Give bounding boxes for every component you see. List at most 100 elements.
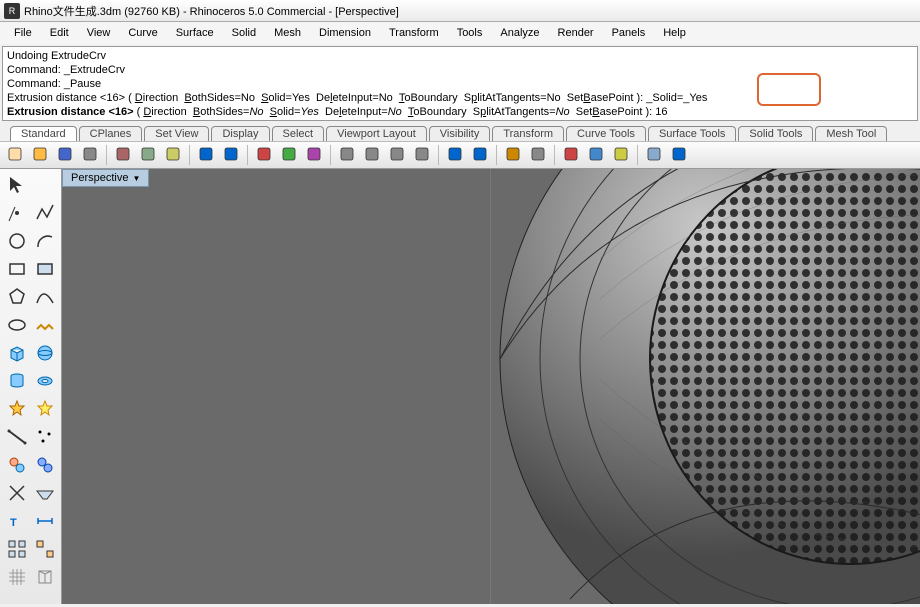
menu-surface[interactable]: Surface	[168, 25, 222, 41]
log-line: Command: _Pause	[7, 77, 913, 91]
menu-edit[interactable]: Edit	[42, 25, 77, 41]
chevron-down-icon[interactable]: ▼	[132, 174, 140, 183]
mesh2-tool[interactable]	[32, 565, 58, 591]
arr2-tool[interactable]	[32, 537, 58, 563]
sun-tool[interactable]	[32, 397, 58, 423]
tab-set-view[interactable]: Set View	[144, 126, 209, 141]
menu-curve[interactable]: Curve	[120, 25, 165, 41]
separator	[106, 145, 107, 165]
arc-tool[interactable]	[32, 229, 58, 255]
text-tool[interactable]: T	[4, 509, 30, 535]
cyl-tool[interactable]	[4, 369, 30, 395]
pts-tool[interactable]	[32, 425, 58, 451]
poly-tool[interactable]	[32, 257, 58, 283]
command-log: Undoing ExtrudeCrv Command: _ExtrudeCrv …	[2, 46, 918, 121]
trim-tool[interactable]	[4, 481, 30, 507]
redo-button[interactable]	[220, 144, 242, 166]
ext-tool[interactable]	[32, 481, 58, 507]
tab-transform[interactable]: Transform	[492, 126, 564, 141]
new-icon	[7, 146, 23, 165]
menu-mesh[interactable]: Mesh	[266, 25, 309, 41]
log-line: Command: _ExtrudeCrv	[7, 63, 913, 77]
save-icon	[57, 146, 73, 165]
star-tool[interactable]	[4, 397, 30, 423]
tab-visibility[interactable]: Visibility	[429, 126, 491, 141]
menu-help[interactable]: Help	[655, 25, 694, 41]
paste-button[interactable]	[162, 144, 184, 166]
sphere-icon	[646, 146, 662, 165]
print-button[interactable]	[79, 144, 101, 166]
cut-button[interactable]	[112, 144, 134, 166]
tab-mesh-tool[interactable]: Mesh Tool	[815, 126, 887, 141]
pointer-tool[interactable]	[4, 173, 30, 199]
dim-tool[interactable]	[32, 509, 58, 535]
polygon-tool[interactable]	[4, 285, 30, 311]
rotate-button[interactable]	[278, 144, 300, 166]
zoom-button[interactable]	[361, 144, 383, 166]
sphere-button[interactable]	[643, 144, 665, 166]
tab-standard[interactable]: Standard	[10, 126, 77, 141]
light-icon	[613, 146, 629, 165]
menu-view[interactable]: View	[79, 25, 119, 41]
curve-icon	[35, 287, 55, 310]
menu-file[interactable]: File	[6, 25, 40, 41]
tab-display[interactable]: Display	[211, 126, 269, 141]
4view-button[interactable]	[469, 144, 491, 166]
pts-icon	[35, 427, 55, 450]
tab-curve-tools[interactable]: Curve Tools	[566, 126, 646, 141]
circle-tool[interactable]	[4, 229, 30, 255]
zoom-ext-button[interactable]	[386, 144, 408, 166]
pline-tool[interactable]	[32, 201, 58, 227]
group-tool[interactable]	[4, 453, 30, 479]
poly-icon	[35, 259, 55, 282]
grp2-tool[interactable]	[32, 453, 58, 479]
undo-icon	[198, 146, 214, 165]
menu-tools[interactable]: Tools	[449, 25, 491, 41]
circle-icon	[7, 231, 27, 254]
viewport-tab[interactable]: Perspective ▼	[62, 169, 149, 187]
menu-solid[interactable]: Solid	[224, 25, 264, 41]
menu-analyze[interactable]: Analyze	[492, 25, 547, 41]
torus-tool[interactable]	[32, 369, 58, 395]
props-button[interactable]	[527, 144, 549, 166]
shade-button[interactable]	[585, 144, 607, 166]
curve-tool[interactable]	[32, 285, 58, 311]
layers-button[interactable]	[502, 144, 524, 166]
trim-icon	[7, 483, 27, 506]
menu-render[interactable]: Render	[550, 25, 602, 41]
menu-transform[interactable]: Transform	[381, 25, 447, 41]
mesh-tool[interactable]	[4, 565, 30, 591]
point-tool[interactable]	[4, 201, 30, 227]
line3d-tool[interactable]	[4, 425, 30, 451]
rect-tool[interactable]	[4, 257, 30, 283]
grid-icon	[447, 146, 463, 165]
undo-button[interactable]	[195, 144, 217, 166]
open-button[interactable]	[29, 144, 51, 166]
tab-cplanes[interactable]: CPlanes	[79, 126, 143, 141]
save-button[interactable]	[54, 144, 76, 166]
pan-button[interactable]	[336, 144, 358, 166]
light-button[interactable]	[610, 144, 632, 166]
move-button[interactable]	[253, 144, 275, 166]
sphere-tool[interactable]	[32, 341, 58, 367]
arr-tool[interactable]	[4, 537, 30, 563]
viewport[interactable]: Perspective ▼	[62, 169, 920, 604]
grid-button[interactable]	[444, 144, 466, 166]
tab-solid-tools[interactable]: Solid Tools	[738, 126, 813, 141]
menu-dimension[interactable]: Dimension	[311, 25, 379, 41]
zoom-win-button[interactable]	[411, 144, 433, 166]
ellipse-tool[interactable]	[4, 313, 30, 339]
tab-viewport-layout[interactable]: Viewport Layout	[326, 126, 427, 141]
help-button[interactable]	[668, 144, 690, 166]
scale-button[interactable]	[303, 144, 325, 166]
command-prompt[interactable]: Extrusion distance <16> ( Direction Both…	[7, 105, 913, 119]
spiral-tool[interactable]	[32, 313, 58, 339]
copy-button[interactable]	[137, 144, 159, 166]
new-button[interactable]	[4, 144, 26, 166]
tab-surface-tools[interactable]: Surface Tools	[648, 126, 736, 141]
menu-panels[interactable]: Panels	[604, 25, 654, 41]
box-tool[interactable]	[4, 341, 30, 367]
polygon-icon	[7, 287, 27, 310]
tab-select[interactable]: Select	[272, 126, 325, 141]
render-button[interactable]	[560, 144, 582, 166]
